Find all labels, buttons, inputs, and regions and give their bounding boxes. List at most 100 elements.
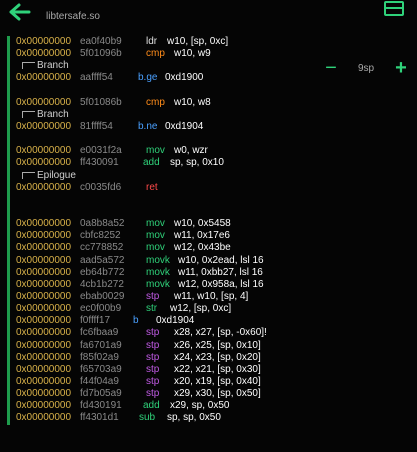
instruction-mnemonic: mov	[146, 230, 165, 242]
instruction-row[interactable]: 0x00000000 f0ffff17 b 0xd1904	[0, 315, 330, 328]
instruction-mnemonic: stp	[146, 388, 160, 400]
gutter-marker	[7, 339, 10, 352]
instruction-operands: w12, 0x43be	[174, 242, 231, 254]
instruction-address: 0x00000000	[16, 375, 72, 387]
instruction-row[interactable]: 0x00000000 f85f02a9 stp x24, x23, [sp, 0x20…	[0, 351, 330, 364]
instruction-operands: w12, 0x958a, lsl 16	[178, 278, 264, 290]
arrow-left-icon[interactable]	[8, 2, 32, 24]
instruction-address: 0x00000000	[16, 363, 72, 375]
instruction-operands: w10, w8	[174, 96, 211, 108]
instruction-operands: x29, sp, 0x50	[170, 400, 230, 412]
block-label-text: Branch	[37, 60, 69, 72]
instruction-mnemonic: stp	[146, 290, 160, 302]
branch-connector-icon	[22, 171, 35, 179]
instruction-operands: x26, x25, [sp, 0x10]	[174, 339, 261, 351]
instruction-row[interactable]: 0x00000000 5f01096b cmp w10, w9	[0, 48, 330, 61]
instruction-operands: x20, x19, [sp, 0x40]	[174, 375, 261, 387]
instruction-address: 0x00000000	[16, 339, 72, 351]
instruction-address: 0x00000000	[16, 36, 72, 47]
gutter-marker	[7, 36, 10, 49]
gutter-marker	[7, 400, 10, 413]
instruction-bytes: eb64b772	[80, 266, 125, 278]
gutter-marker	[7, 363, 10, 376]
instruction-bytes: c0035fd6	[80, 181, 122, 193]
instruction-row[interactable]: 0x00000000 e0031f2a mov w0, wzr	[0, 145, 330, 158]
instruction-row[interactable]: 0x00000000 fd7b05a9 stp x29, x30, [sp, 0x50…	[0, 388, 330, 401]
instruction-row[interactable]: 0x00000000 ff430091 add sp, sp, 0x10	[0, 157, 330, 170]
gutter-marker	[7, 278, 10, 291]
instruction-row[interactable]: 0x00000000 eb64b772 movk w11, 0xbb27, lsl 1…	[0, 266, 330, 279]
instruction-mnemonic: stp	[146, 375, 160, 387]
instruction-row[interactable]: 0x00000000 4cb1b272 movk w12, 0x958a, lsl 1…	[0, 278, 330, 291]
instruction-address: 0x00000000	[16, 230, 72, 242]
gutter-marker	[7, 242, 10, 255]
instruction-row[interactable]: 0x00000000 cc778852 mov w12, 0x43be	[0, 242, 330, 255]
gutter-marker	[7, 303, 10, 316]
instruction-row[interactable]: 0x00000000 81ffff54 b.ne 0xd1904	[0, 120, 330, 134]
instruction-row[interactable]: 0x00000000 cbfc8252 mov w11, 0x17e6	[0, 230, 330, 243]
instruction-bytes: aad5a572	[80, 254, 125, 266]
gutter-marker	[7, 120, 10, 134]
instruction-mnemonic: ret	[146, 181, 158, 193]
instruction-operands: w11, 0x17e6	[174, 230, 230, 242]
instruction-row[interactable]: 0x00000000 fd430191 add x29, sp, 0x50	[0, 400, 330, 413]
instruction-row[interactable]: 0x00000000 f65703a9 stp x22, x21, [sp, 0x30…	[0, 363, 330, 376]
instruction-bytes: f0ffff17	[80, 315, 111, 327]
instruction-row[interactable]: 0x00000000 5f01086b cmp w10, w8	[0, 96, 330, 109]
instruction-operands: x24, x23, [sp, 0x20]	[174, 351, 261, 363]
instruction-row[interactable]: 0x00000000 0a8b8a52 mov w10, 0x5458	[0, 218, 330, 231]
gutter-marker	[7, 72, 10, 85]
instruction-bytes: 5f01096b	[80, 48, 122, 60]
instruction-row[interactable]: 0x00000000 ec0f00b9 str w12, [sp, 0xc]	[0, 303, 330, 316]
instruction-operands: 0xd1904	[165, 120, 204, 132]
instruction-operands: w0, wzr	[174, 145, 208, 157]
gutter-marker	[7, 315, 10, 328]
gutter-marker	[7, 327, 10, 340]
instruction-bytes: aaffff54	[80, 72, 113, 84]
disassembly-listing[interactable]: 0x00000000 ea0f40b9 ldr w10, [sp, 0xc] 0x000…	[0, 36, 330, 425]
zoom-in-button[interactable]: +	[391, 58, 411, 78]
instruction-address: 0x00000000	[16, 181, 72, 193]
instruction-bytes: cbfc8252	[80, 230, 121, 242]
blank-row	[0, 133, 330, 146]
instruction-bytes: fc6fbaa9	[80, 327, 119, 339]
instruction-bytes: ea0f40b9	[80, 36, 122, 47]
instruction-address: 0x00000000	[16, 96, 72, 108]
instruction-mnemonic: cmp	[146, 96, 165, 108]
gutter-marker	[7, 181, 10, 194]
instruction-operands: x28, x27, [sp, -0x60]!	[174, 327, 267, 339]
block-label-row: Branch	[0, 108, 330, 121]
instruction-address: 0x00000000	[16, 278, 72, 290]
panel-icon[interactable]	[383, 0, 405, 18]
blank-row	[0, 84, 330, 97]
instruction-row[interactable]: 0x00000000 fc6fbaa9 stp x28, x27, [sp, -0x6…	[0, 327, 330, 340]
instruction-mnemonic: add	[143, 157, 160, 169]
gutter-marker	[7, 351, 10, 364]
instruction-row[interactable]: 0x00000000 c0035fd6 ret	[0, 181, 330, 194]
instruction-address: 0x00000000	[16, 145, 72, 157]
instruction-mnemonic: b.ge	[138, 72, 158, 84]
instruction-operands: w10, 0x2ead, lsl 16	[178, 254, 264, 266]
instruction-operands: w10, [sp, 0xc]	[167, 36, 229, 47]
zoom-value: 9sp	[357, 62, 375, 74]
instruction-bytes: fd7b05a9	[80, 388, 122, 400]
instruction-row[interactable]: 0x00000000 aaffff54 b.ge 0xd1900	[0, 72, 330, 85]
block-label: Branch	[22, 60, 69, 72]
branch-connector-icon	[22, 110, 35, 118]
instruction-bytes: ff430091	[80, 157, 119, 169]
instruction-address: 0x00000000	[16, 72, 72, 84]
gutter-marker	[7, 145, 10, 158]
gutter-marker	[7, 290, 10, 304]
instruction-bytes: 5f01086b	[80, 96, 122, 108]
instruction-mnemonic: mov	[146, 218, 165, 230]
instruction-operands: w10, w9	[174, 48, 211, 60]
instruction-row[interactable]: 0x00000000 ff4301d1 sub sp, sp, 0x50	[0, 412, 330, 425]
instruction-row[interactable]: 0x00000000 ea0f40b9 ldr w10, [sp, 0xc]	[0, 36, 330, 49]
instruction-operands: x29, x30, [sp, 0x50]	[174, 388, 261, 400]
instruction-row[interactable]: 0x00000000 aad5a572 movk w10, 0x2ead, lsl 1…	[0, 254, 330, 267]
instruction-row[interactable]: 0x00000000 f44f04a9 stp x20, x19, [sp, 0x40…	[0, 375, 330, 389]
instruction-row[interactable]: 0x00000000 ebab0029 stp w11, w10, [sp, 4]	[0, 290, 330, 304]
gutter-marker	[7, 193, 10, 206]
instruction-address: 0x00000000	[16, 157, 72, 169]
instruction-row[interactable]: 0x00000000 fa6701a9 stp x26, x25, [sp, 0x10…	[0, 339, 330, 352]
